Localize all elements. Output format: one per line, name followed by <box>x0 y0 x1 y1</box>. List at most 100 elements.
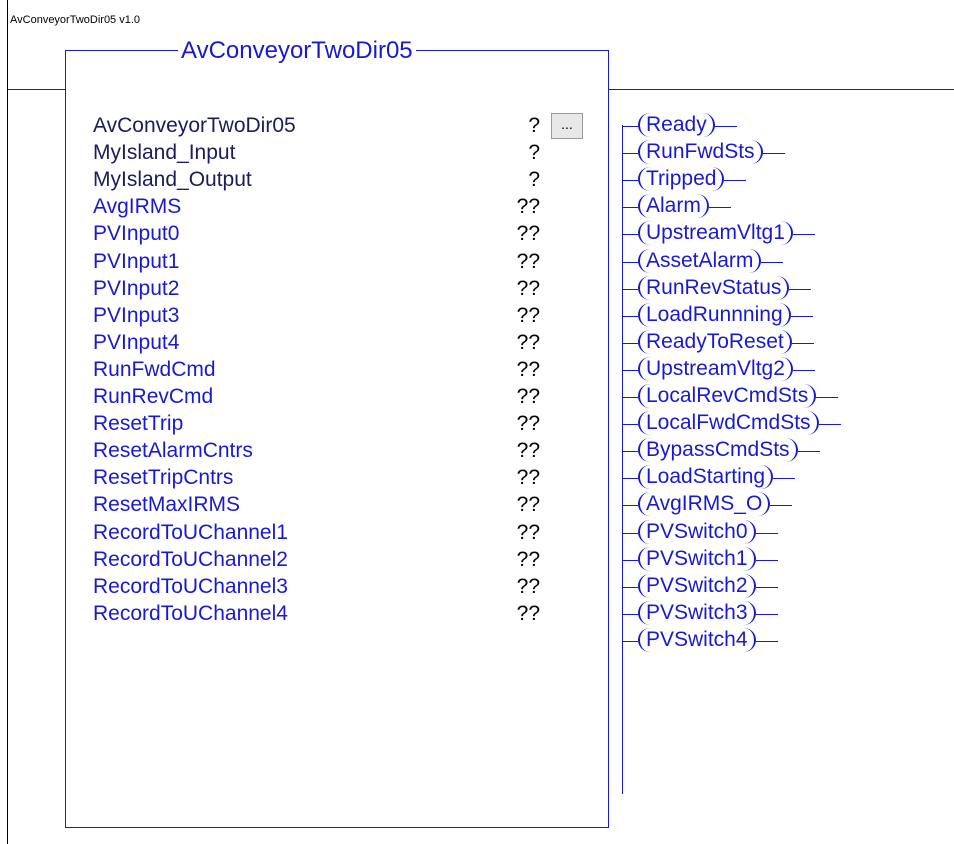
output-coil[interactable]: RunFwdSts <box>638 140 763 164</box>
parameter-value[interactable]: ?? <box>490 384 540 409</box>
parameter-name[interactable]: ResetAlarmCntrs <box>93 438 253 463</box>
output-coil[interactable]: ReadyToReset <box>638 330 792 354</box>
coil-wire-out <box>756 614 778 615</box>
parameter-value[interactable]: ?? <box>490 249 540 274</box>
coil-wire-out <box>756 641 778 642</box>
coil-wire-in <box>622 262 638 263</box>
output-coil[interactable]: RunRevStatus <box>638 276 790 300</box>
block-title: AvConveyorTwoDir05 <box>178 38 416 64</box>
output-coil[interactable]: AssetAlarm <box>638 249 762 273</box>
coil-wire-out <box>816 397 838 398</box>
coil-wire-in <box>622 505 638 506</box>
coil-wire-in <box>622 207 638 208</box>
coil-wire-out <box>789 289 811 290</box>
coil-wire-out <box>793 370 815 371</box>
output-coil[interactable]: AvgIRMS_O <box>638 492 771 516</box>
parameter-value[interactable]: ?? <box>490 547 540 572</box>
parameter-name[interactable]: ResetMaxIRMS <box>93 492 240 517</box>
coil-wire-out <box>756 587 778 588</box>
coil-wire-in <box>622 424 638 425</box>
coil-wire-in <box>622 343 638 344</box>
coil-wire-out <box>798 451 820 452</box>
rung-wire-left <box>8 89 65 90</box>
coil-wire-in <box>622 289 638 290</box>
output-coil[interactable]: PVSwitch0 <box>638 520 756 544</box>
parameter-name[interactable]: MyIsland_Input <box>93 140 235 165</box>
coil-wire-in <box>622 316 638 317</box>
coil-wire-in <box>622 153 638 154</box>
parameter-value[interactable]: ?? <box>490 574 540 599</box>
coil-wire-in <box>622 234 638 235</box>
parameter-value[interactable]: ?? <box>490 520 540 545</box>
parameter-name[interactable]: RunRevCmd <box>93 384 213 409</box>
coil-wire-in <box>622 533 638 534</box>
rung-wire-right <box>609 89 954 90</box>
parameter-name[interactable]: RecordToUChannel2 <box>93 547 288 572</box>
parameter-name[interactable]: AvgIRMS <box>93 194 181 219</box>
output-coil[interactable]: PVSwitch2 <box>638 574 756 598</box>
output-coil[interactable]: LocalFwdCmdSts <box>638 411 819 435</box>
parameter-value[interactable]: ?? <box>490 276 540 301</box>
coil-wire-in <box>622 641 638 642</box>
coil-wire-in <box>622 126 638 127</box>
coil-wire-in <box>622 587 638 588</box>
parameter-name[interactable]: PVInput4 <box>93 330 179 355</box>
parameter-value[interactable]: ?? <box>490 221 540 246</box>
coil-wire-out <box>792 343 814 344</box>
coil-wire-in <box>622 451 638 452</box>
output-coil[interactable]: UpstreamVltg2 <box>638 357 793 381</box>
coil-wire-in <box>622 180 638 181</box>
parameter-value[interactable]: ? <box>490 113 540 138</box>
output-coil[interactable]: LocalRevCmdSts <box>638 384 817 408</box>
output-coil[interactable]: LoadStarting <box>638 465 774 489</box>
parameter-value[interactable]: ?? <box>490 465 540 490</box>
coil-wire-out <box>756 533 778 534</box>
output-coil[interactable]: PVSwitch3 <box>638 601 756 625</box>
coil-wire-out <box>819 424 841 425</box>
parameter-name[interactable]: RecordToUChannel3 <box>93 574 288 599</box>
parameter-value[interactable]: ?? <box>490 303 540 328</box>
parameter-name[interactable]: RecordToUChannel4 <box>93 601 288 626</box>
output-coil[interactable]: Ready <box>638 113 715 137</box>
parameter-name[interactable]: PVInput2 <box>93 276 179 301</box>
coil-wire-in <box>622 370 638 371</box>
parameter-value[interactable]: ?? <box>490 601 540 626</box>
output-coil[interactable]: Tripped <box>638 167 725 191</box>
output-coil[interactable]: BypassCmdSts <box>638 438 798 462</box>
output-coil[interactable]: LoadRunnning <box>638 303 791 327</box>
parameter-value[interactable]: ?? <box>490 194 540 219</box>
coil-wire-in <box>622 478 638 479</box>
ellipsis-button[interactable]: ... <box>551 113 583 139</box>
parameter-name[interactable]: PVInput3 <box>93 303 179 328</box>
parameter-value[interactable]: ?? <box>490 438 540 463</box>
parameter-value[interactable]: ? <box>490 167 540 192</box>
coil-wire-out <box>715 126 737 127</box>
coil-wire-out <box>793 234 815 235</box>
output-coil[interactable]: Alarm <box>638 194 709 218</box>
parameter-name[interactable]: RunFwdCmd <box>93 357 216 382</box>
parameter-name[interactable]: MyIsland_Output <box>93 167 252 192</box>
output-coil[interactable]: UpstreamVltg1 <box>638 221 793 245</box>
coil-wire-out <box>763 153 785 154</box>
parameter-name[interactable]: PVInput1 <box>93 249 179 274</box>
parameter-value[interactable]: ?? <box>490 330 540 355</box>
coil-wire-out <box>791 316 813 317</box>
instruction-title: AvConveyorTwoDir05 v1.0 <box>10 14 141 26</box>
parameter-name[interactable]: RecordToUChannel1 <box>93 520 288 545</box>
parameter-name[interactable]: ResetTripCntrs <box>93 465 233 490</box>
parameter-value[interactable]: ?? <box>490 357 540 382</box>
coil-wire-in <box>622 397 638 398</box>
coil-wire-out <box>770 505 792 506</box>
parameter-name[interactable]: AvConveyorTwoDir05 <box>93 113 296 138</box>
parameter-value[interactable]: ?? <box>490 492 540 517</box>
parameter-value[interactable]: ?? <box>490 411 540 436</box>
output-coil[interactable]: PVSwitch4 <box>638 628 756 652</box>
coil-wire-out <box>724 180 746 181</box>
coil-wire-out <box>709 207 731 208</box>
output-pin-bus <box>622 125 623 794</box>
parameter-value[interactable]: ? <box>490 140 540 165</box>
parameter-name[interactable]: ResetTrip <box>93 411 183 436</box>
coil-wire-out <box>773 478 795 479</box>
output-coil[interactable]: PVSwitch1 <box>638 547 756 571</box>
parameter-name[interactable]: PVInput0 <box>93 221 179 246</box>
